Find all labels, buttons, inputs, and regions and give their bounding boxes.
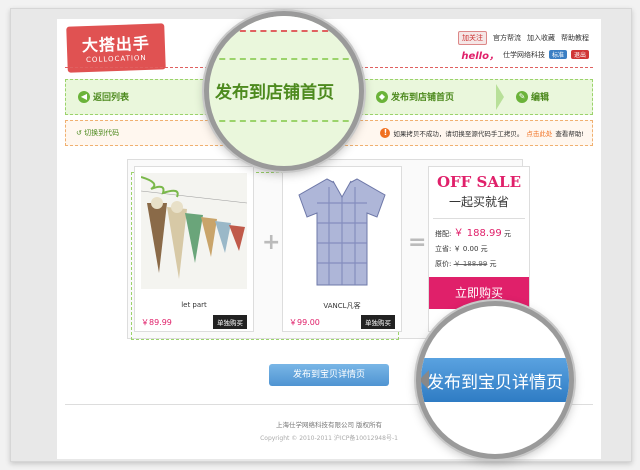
publish-store-label: 发布到店铺首页 [391,93,455,103]
match-price-row: 搭配: ￥ 188.99 元 [435,224,529,239]
switch-code-link[interactable]: ↺ 切换到代码 [76,128,119,138]
logout-button[interactable]: 退出 [570,50,589,59]
link-official[interactable]: 官方帮流 [493,33,521,43]
product-name: let part [181,301,207,309]
sale-divider [433,218,525,219]
magnifier-redline [209,30,359,32]
magnifier-store-text: 发布到店铺首页 [215,83,334,103]
edit-button[interactable]: ✎ 编辑 [516,90,549,103]
sale-title: OFF SALE [436,173,522,191]
user-line: hello， 仕学网络科技 标准 退出 [461,47,589,62]
plus-icon: + [262,230,281,255]
username: 仕学网络科技 [502,50,545,59]
save-unit: 元 [480,245,488,253]
orig-price: ￥ 188.99 [453,260,488,268]
arrow-left-icon: ◀ [78,90,90,103]
product-card[interactable]: let part ￥89.99 单独购买 [134,166,254,332]
edit-label: 编辑 [531,93,550,103]
logo-cn: 大搭出手 [81,33,151,56]
match-price: ￥ 188.99 [453,228,502,239]
save-price-row: 立省: ￥ 0.00 元 [435,244,529,254]
top-links: 加关注 官方帮流 加入收藏 帮助教程 [458,31,589,45]
back-label: 返回列表 [93,93,130,103]
magnifier-item-text: 发布到宝贝详情页 [427,373,563,393]
buy-single-button[interactable]: 单独购买 [361,315,395,329]
save-label: 立省: [435,245,452,253]
product-card[interactable]: VANCL凡客 ￥99.00 单独购买 [282,166,402,332]
match-label: 搭配: [435,230,452,238]
product-name: VANCL凡客 [323,302,361,310]
publish-item-button[interactable]: 发布到宝贝详情页 [269,364,389,386]
orig-label: 原价: [435,260,452,268]
warning-message: ! 如果拷贝不成功，请切换至源代码手工拷贝。 点击此处 查看帮助! [380,128,584,138]
equals-icon: = [408,230,427,255]
match-unit: 元 [504,230,511,238]
link-bookmark[interactable]: 加入收藏 [527,33,555,43]
logo[interactable]: 大搭出手 COLLOCATION [66,23,166,73]
shirt-image [289,173,395,289]
magnifier-top [209,16,359,30]
follow-button[interactable]: 加关注 [458,31,487,45]
orig-price-row: 原价: ￥ 188.99 元 [435,259,529,269]
hello-text: hello， [461,51,499,62]
product-price: ￥99.00 [289,318,320,327]
warning-icon: ! [380,128,391,138]
publish-store-button[interactable]: ◆ 发布到店铺首页 [376,90,454,103]
magnifier-item: 发布到宝贝详情页 [416,301,574,459]
edit-icon: ✎ [516,90,528,103]
save-price: ￥ 0.00 [453,245,479,253]
orig-unit: 元 [489,260,497,268]
click-here-link[interactable]: 点击此处 [526,128,552,138]
switch-icon: ↺ [76,129,85,137]
link-help[interactable]: 帮助教程 [561,33,589,43]
paper-cones-image [141,173,247,289]
back-to-list-button[interactable]: ◀ 返回列表 [78,90,129,103]
warning-text: 如果拷贝不成功，请切换至源代码手工拷贝。 [393,130,524,138]
magnifier-store: 发布到店铺首页 [204,11,364,171]
switch-code-label: 切换到代码 [84,129,120,137]
account-badge: 标准 [548,50,567,59]
help-text: 查看帮助! [555,130,584,138]
sale-subtitle: 一起买就省 [448,195,509,209]
buy-single-button[interactable]: 单独购买 [213,315,247,329]
screenshot-frame: 大搭出手 COLLOCATION 加关注 官方帮流 加入收藏 帮助教程 hell… [10,8,632,462]
step-arrow-icon [496,84,504,110]
product-price: ￥89.99 [141,318,172,327]
publish-icon: ◆ [376,90,388,103]
